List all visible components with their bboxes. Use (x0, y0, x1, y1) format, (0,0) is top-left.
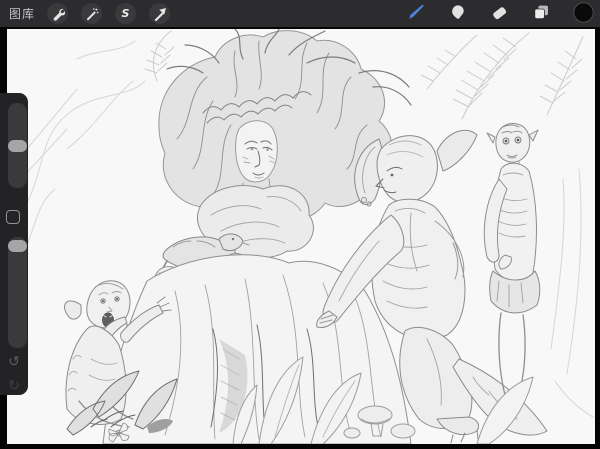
move-arrow-icon (153, 7, 167, 21)
brush-size-handle[interactable] (8, 140, 27, 152)
artwork-goblin-right (484, 124, 539, 396)
erase-button[interactable] (489, 3, 510, 24)
magic-wand-icon (85, 7, 99, 21)
paint-tools-group (405, 0, 594, 27)
paint-brush-button[interactable] (405, 3, 426, 24)
opacity-slider[interactable] (8, 237, 27, 348)
opacity-handle[interactable] (8, 240, 27, 252)
eraser-icon (490, 3, 509, 25)
layers-icon (532, 3, 551, 25)
gallery-button[interactable]: 图库 (9, 5, 35, 22)
transform-button[interactable] (149, 3, 170, 24)
adjustments-button[interactable] (81, 3, 102, 24)
redo-icon: ↻ (8, 378, 20, 394)
smudge-button[interactable] (447, 3, 468, 24)
brush-size-slider[interactable] (8, 103, 27, 188)
smudge-icon (448, 3, 467, 25)
undo-button[interactable]: ↺ (0, 353, 28, 371)
redo-button[interactable]: ↻ (0, 377, 28, 395)
procreate-window: 图库 S (0, 0, 600, 449)
top-toolbar: 图库 S (0, 0, 600, 27)
color-swatch-icon (573, 2, 594, 26)
undo-icon: ↺ (8, 354, 20, 370)
artwork-sketch (7, 29, 595, 444)
s-icon: S (122, 8, 130, 19)
brush-icon (406, 2, 426, 25)
color-button[interactable] (573, 3, 594, 24)
layers-button[interactable] (531, 3, 552, 24)
drawing-canvas[interactable] (7, 29, 595, 444)
modify-button[interactable] (6, 210, 20, 224)
brush-sidebar: ↺ ↻ (0, 93, 28, 395)
actions-button[interactable] (47, 3, 68, 24)
selections-button[interactable]: S (115, 3, 136, 24)
wrench-icon (51, 7, 65, 21)
